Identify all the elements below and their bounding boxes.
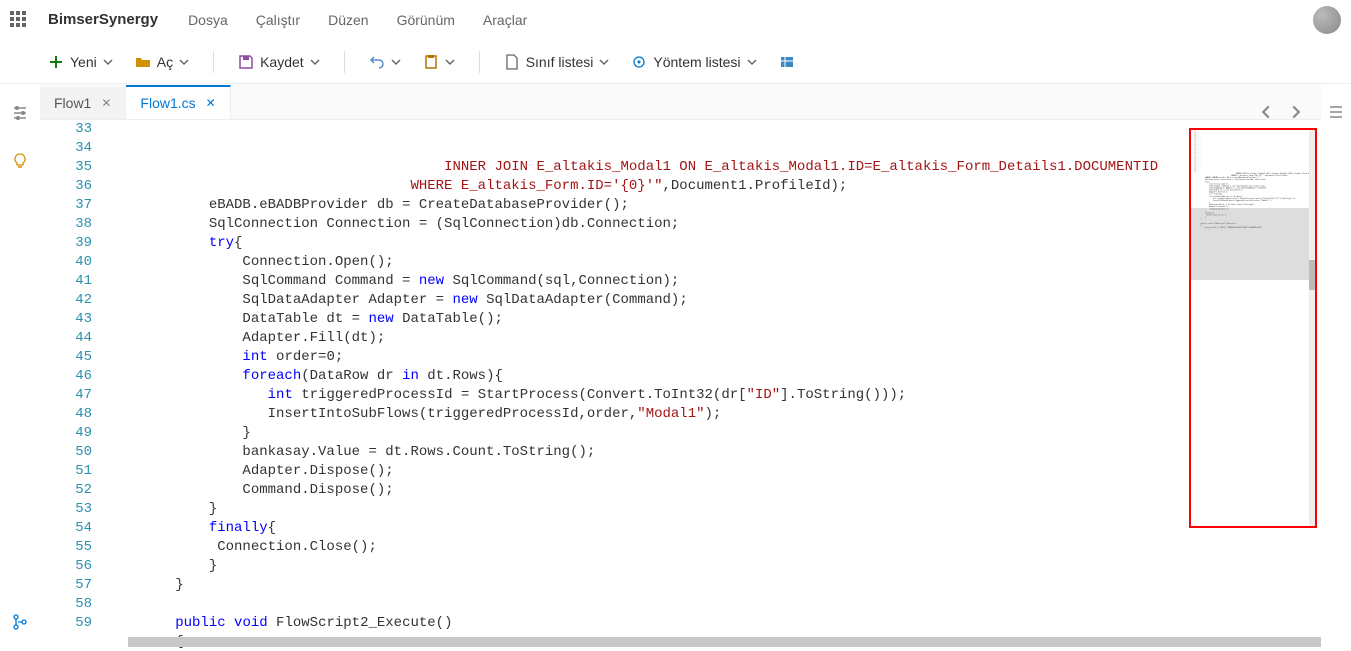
table-icon [779, 54, 795, 70]
clipboard-icon [423, 54, 439, 70]
tab-flow1[interactable]: Flow1 ✕ [40, 87, 126, 119]
folder-open-icon [135, 54, 151, 70]
save-icon [238, 54, 254, 70]
chevron-down-icon [310, 57, 320, 67]
chevron-down-icon [445, 57, 455, 67]
minimap-scrollbar-track [1309, 130, 1315, 526]
list-icon[interactable] [1328, 104, 1344, 120]
chevron-right-icon[interactable] [1289, 105, 1303, 119]
separator [213, 51, 214, 73]
code-area[interactable]: INNER JOIN E_altakis_Modal1 ON E_altakis… [108, 120, 1321, 651]
plus-icon [48, 54, 64, 70]
open-button[interactable]: Aç [127, 50, 197, 74]
menu-view[interactable]: Görünüm [397, 12, 455, 28]
lightbulb-icon[interactable] [11, 152, 29, 170]
chevron-down-icon [747, 57, 757, 67]
code-editor[interactable]: 3334353637383940414243444546474849505152… [40, 120, 1321, 651]
new-button-label: Yeni [70, 54, 97, 70]
menu-run[interactable]: Çalıştır [256, 12, 300, 28]
open-button-label: Aç [157, 54, 173, 70]
top-bar: BimserSynergy Dosya Çalıştır Düzen Görün… [0, 0, 1351, 40]
line-gutter: 3334353637383940414243444546474849505152… [40, 120, 108, 651]
right-rail [1321, 84, 1351, 651]
chevron-down-icon [179, 57, 189, 67]
paste-button[interactable] [415, 50, 463, 74]
save-button[interactable]: Kaydet [230, 50, 328, 74]
chevron-down-icon [103, 57, 113, 67]
target-icon [631, 54, 647, 70]
document-icon [504, 54, 520, 70]
minimap-scrollbar-thumb[interactable] [1309, 260, 1315, 290]
table-icon-button[interactable] [771, 50, 803, 74]
apps-grid-icon[interactable] [10, 11, 28, 29]
menu-file[interactable]: Dosya [188, 12, 228, 28]
new-button[interactable]: Yeni [40, 50, 121, 74]
tab-nav [1259, 105, 1321, 119]
chevron-left-icon[interactable] [1259, 105, 1273, 119]
chevron-down-icon [599, 57, 609, 67]
settings-sliders-icon[interactable] [11, 104, 29, 122]
toolbar: Yeni Aç Kaydet Sınıf listesi Yöntem list… [0, 40, 1351, 84]
tab-flow1-cs[interactable]: Flow1.cs ✕ [126, 85, 230, 119]
tab-label: Flow1.cs [140, 95, 195, 111]
class-list-button[interactable]: Sınıf listesi [496, 50, 618, 74]
close-icon[interactable]: ✕ [206, 96, 216, 110]
separator [344, 51, 345, 73]
undo-button[interactable] [361, 50, 409, 74]
tab-bar: Flow1 ✕ Flow1.cs ✕ [40, 84, 1321, 120]
avatar[interactable] [1313, 6, 1341, 34]
main-menu: Dosya Çalıştır Düzen Görünüm Araçlar [188, 12, 527, 28]
method-list-button[interactable]: Yöntem listesi [623, 50, 764, 74]
menu-tools[interactable]: Araçlar [483, 12, 527, 28]
left-rail [0, 84, 40, 651]
undo-icon [369, 54, 385, 70]
close-icon[interactable]: ✕ [101, 96, 111, 110]
tab-label: Flow1 [54, 95, 91, 111]
horizontal-scrollbar[interactable] [128, 637, 1321, 647]
menu-edit[interactable]: Düzen [328, 12, 368, 28]
minimap-viewport[interactable] [1191, 208, 1315, 280]
save-button-label: Kaydet [260, 54, 304, 70]
class-list-label: Sınıf listesi [526, 54, 594, 70]
minimap[interactable]: // ... // ... // ... // ... // ... // ..… [1189, 128, 1317, 528]
branch-icon[interactable] [11, 613, 29, 631]
method-list-label: Yöntem listesi [653, 54, 740, 70]
separator [479, 51, 480, 73]
brand-title: BimserSynergy [48, 11, 158, 28]
chevron-down-icon [391, 57, 401, 67]
